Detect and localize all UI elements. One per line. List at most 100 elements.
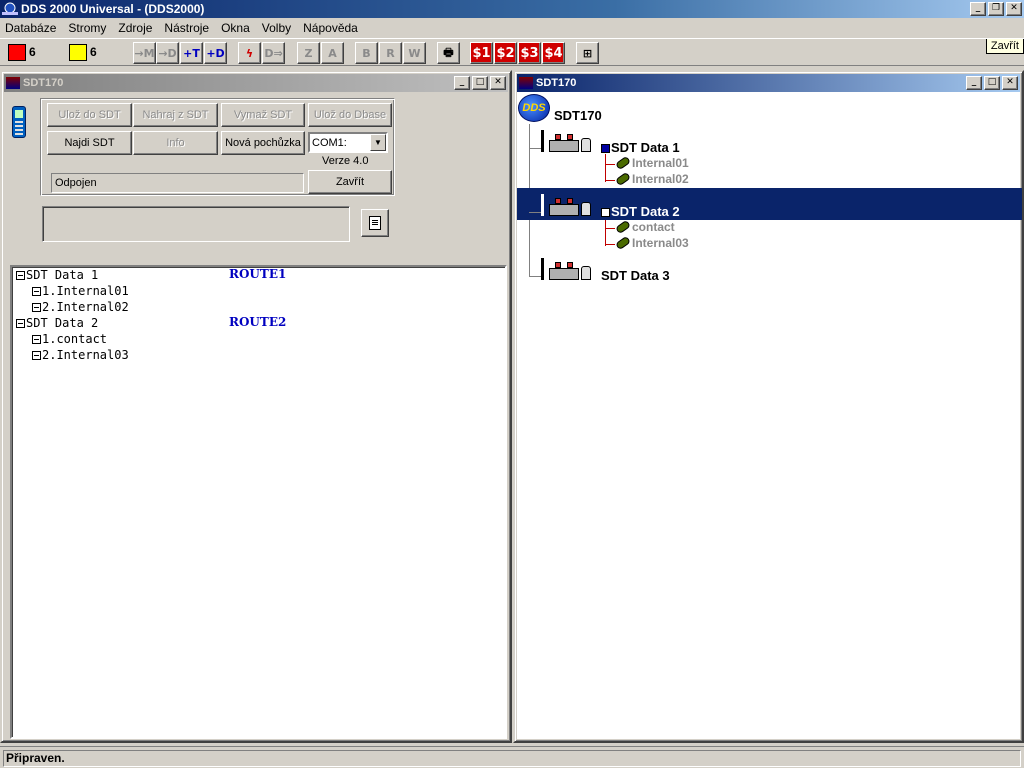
plant-icon <box>537 124 593 154</box>
window-icon <box>6 77 20 89</box>
printer-icon[interactable]: 🖶 <box>437 42 460 64</box>
menu-nastroje[interactable]: Nástroje <box>158 21 215 35</box>
r-icon[interactable]: R <box>379 42 402 64</box>
paste-button[interactable] <box>361 209 389 237</box>
arrow-m-icon[interactable]: →M <box>133 42 156 64</box>
najdi-sdt-button[interactable]: Najdi SDT <box>47 131 132 155</box>
close-button[interactable]: ✕ <box>490 76 506 90</box>
info-button[interactable]: Info <box>133 131 218 155</box>
tree-root[interactable]: SDT170 <box>554 108 602 123</box>
plus-d-icon[interactable]: +D <box>204 42 227 64</box>
uloz-do-dbase-button[interactable]: Ulož do Dbase <box>308 103 392 127</box>
point-name: 1.contact <box>42 332 108 346</box>
dds-app-icon[interactable] <box>2 2 18 16</box>
point-item[interactable]: 1.Internal01 <box>32 283 129 299</box>
menu-databaze[interactable]: Databáze <box>0 21 62 35</box>
plus-t-icon[interactable]: +T <box>180 42 203 64</box>
yellow-alarm-count: 6 <box>90 45 97 59</box>
com-port-value: COM1: <box>312 136 347 149</box>
point-item[interactable]: 2.Internal03 <box>32 347 129 363</box>
w-icon[interactable]: W <box>403 42 426 64</box>
plant-icon <box>537 252 593 282</box>
tree-leaf-internal01[interactable]: Internal01 <box>632 156 689 170</box>
sdt-transfer-window: SDT170 _ □ ✕ Ulož do SDT Nahraj z SDT Vy… <box>0 70 512 743</box>
route-list[interactable]: SDT Data 1 ROUTE1 1.Internal01 2.Interna… <box>10 265 507 739</box>
z-icon[interactable]: Z <box>297 42 320 64</box>
menu-stromy[interactable]: Stromy <box>62 21 112 35</box>
vymaz-sdt-button[interactable]: Vymaž SDT <box>221 103 305 127</box>
grid-tool-icon[interactable]: ⊞ <box>576 42 599 64</box>
lightning-icon[interactable]: ϟ <box>238 42 261 64</box>
menu-napoveda[interactable]: Nápověda <box>297 21 364 35</box>
a-icon[interactable]: A <box>321 42 344 64</box>
tree-node-sdt-data-2[interactable]: SDT Data 2 <box>601 204 680 219</box>
sdt-tree-title: SDT170 <box>536 77 577 89</box>
menu-okna[interactable]: Okna <box>215 21 256 35</box>
minimize-button[interactable]: _ <box>966 76 982 90</box>
tree-node-sdt-data-3[interactable]: SDT Data 3 <box>601 268 670 283</box>
route-name: SDT Data 1 <box>26 268 99 282</box>
toolbar: 6 6 →M →D +T +D ϟ D⇒ Z A B R W 🖶 $1 $2 $… <box>0 38 1024 66</box>
s1-icon[interactable]: $1 <box>470 42 493 64</box>
nahraj-z-sdt-button[interactable]: Nahraj z SDT <box>133 103 218 127</box>
tree-connector <box>605 244 615 245</box>
tree-node-icon <box>32 335 41 344</box>
transfer-icon[interactable]: D⇒ <box>262 42 285 64</box>
yellow-alarm-swatch[interactable] <box>69 44 87 61</box>
nova-pochuzka-button[interactable]: Nová pochůzka <box>221 131 305 155</box>
point-item[interactable]: 1.contact <box>32 331 107 347</box>
b-icon[interactable]: B <box>355 42 378 64</box>
close-button[interactable]: ✕ <box>1006 2 1022 16</box>
disk-icon <box>601 144 610 153</box>
status-bar: Připraven. <box>0 746 1024 768</box>
arrow-d-icon[interactable]: →D <box>156 42 179 64</box>
app-title: DDS 2000 Universal - (DDS2000) <box>21 2 205 16</box>
version-label: Verze 4.0 <box>322 155 369 167</box>
close-button[interactable]: ✕ <box>1002 76 1018 90</box>
collapse-icon[interactable] <box>16 271 25 280</box>
route-item[interactable]: SDT Data 2 <box>16 315 98 331</box>
tree-leaf-contact[interactable]: contact <box>632 220 675 234</box>
restore-button[interactable]: ❐ <box>988 2 1004 16</box>
maximize-button[interactable]: □ <box>984 76 1000 90</box>
tree-node-icon <box>32 287 41 296</box>
message-field <box>42 206 350 242</box>
menu-zdroje[interactable]: Zdroje <box>112 21 158 35</box>
sdt-device-icon <box>12 106 26 138</box>
minimize-button[interactable]: _ <box>454 76 470 90</box>
collapse-icon[interactable] <box>16 319 25 328</box>
tree-leaf-internal02[interactable]: Internal02 <box>632 172 689 186</box>
tree-leaf-internal03[interactable]: Internal03 <box>632 236 689 250</box>
disk-icon <box>601 208 610 217</box>
sdt-transfer-title: SDT170 <box>23 77 64 89</box>
zavrit-button[interactable]: Zavřít <box>308 170 392 194</box>
route-name: SDT Data 2 <box>26 316 99 330</box>
menu-volby[interactable]: Volby <box>256 21 297 35</box>
sdt-tree[interactable]: DDS SDT170 SDT Data 1 Internal01 Interna… <box>517 92 1022 739</box>
uloz-do-sdt-button[interactable]: Ulož do SDT <box>47 103 132 127</box>
sensor-icon <box>614 219 632 235</box>
tree-node-sdt-data-1[interactable]: SDT Data 1 <box>601 140 680 155</box>
maximize-button[interactable]: □ <box>472 76 488 90</box>
red-alarm-count: 6 <box>29 45 36 59</box>
route-item[interactable]: SDT Data 1 <box>16 267 98 283</box>
point-item[interactable]: 2.Internal02 <box>32 299 129 315</box>
app-title-bar[interactable]: DDS 2000 Universal - (DDS2000) _ ❐ ✕ <box>0 0 1024 18</box>
tree-connector <box>605 164 615 165</box>
window-icon <box>519 77 533 89</box>
sdt-tree-window: SDT170 _ □ ✕ DDS SDT170 SDT Data 1 Inter… <box>513 70 1024 743</box>
status-text: Připraven. <box>3 750 1021 767</box>
red-alarm-swatch[interactable] <box>8 44 26 61</box>
tree-connector <box>605 180 615 181</box>
minimize-button[interactable]: _ <box>970 2 986 16</box>
s4-icon[interactable]: $4 <box>542 42 565 64</box>
sensor-icon <box>614 155 632 171</box>
sdt-tree-titlebar[interactable]: SDT170 _ □ ✕ <box>517 74 1020 92</box>
com-port-select[interactable]: COM1: ▼ <box>308 132 388 153</box>
s3-icon[interactable]: $3 <box>518 42 541 64</box>
sdt-transfer-titlebar[interactable]: SDT170 _ □ ✕ <box>4 74 508 92</box>
chevron-down-icon[interactable]: ▼ <box>370 134 386 151</box>
point-name: 2.Internal03 <box>42 348 129 362</box>
s2-icon[interactable]: $2 <box>494 42 517 64</box>
sensor-icon <box>614 171 632 187</box>
